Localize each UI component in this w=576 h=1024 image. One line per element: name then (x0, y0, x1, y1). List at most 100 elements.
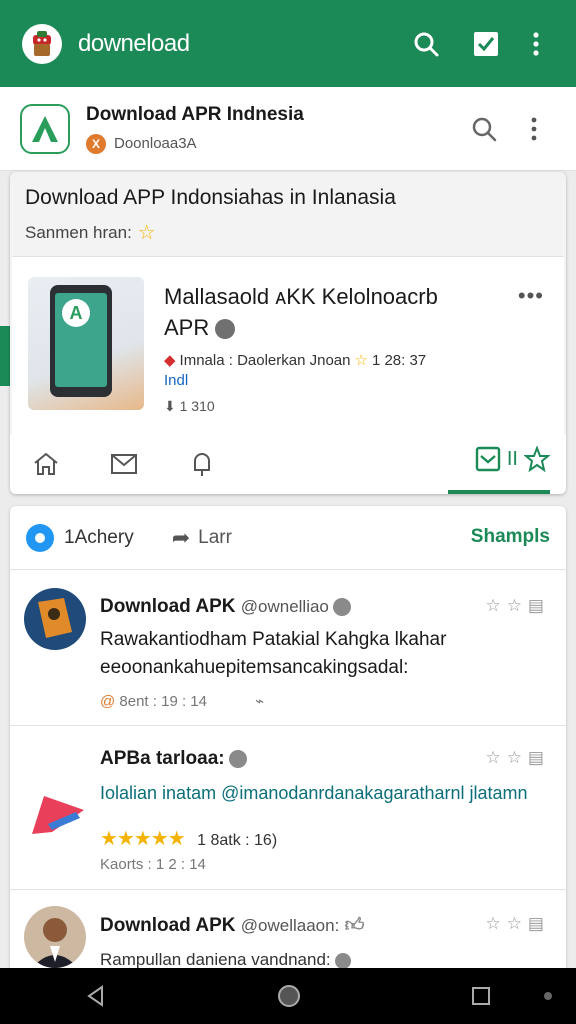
mail-icon (111, 454, 137, 474)
app-title: downeload (78, 29, 190, 57)
post-footer: @ 8ent : 19 : 14 ⌁ (100, 692, 264, 710)
app-count-text: 1 310 (179, 398, 215, 414)
notification-button[interactable] (188, 450, 216, 478)
time-icon: @ (100, 693, 116, 710)
rating-text: 1 8atk : 16) (197, 832, 278, 849)
post-body: Rawakantiodham Patakial Kahgka lkahar ee… (100, 629, 447, 678)
search-button[interactable] (404, 22, 448, 66)
star-rating: ★★★★★ (100, 828, 186, 850)
tab-samples[interactable]: Shampls (471, 526, 550, 548)
link-icon[interactable]: ⌁ (255, 693, 264, 710)
inbox-icon[interactable] (475, 446, 501, 472)
pause-icon[interactable]: II (507, 448, 518, 471)
apk-store-logo (20, 103, 70, 154)
share-icon[interactable]: ➦ (172, 525, 190, 551)
globe-icon (215, 319, 236, 340)
badge-icon: ◆ (164, 352, 176, 369)
card-action-bar: II (10, 434, 566, 494)
post-author: Download APK @ownelliao (100, 596, 351, 618)
a-logo-icon (32, 115, 58, 142)
recents-icon[interactable] (470, 985, 492, 1007)
feed-tabs: 1Achery ➦ Larr Shampls (10, 506, 566, 570)
back-icon[interactable] (84, 984, 108, 1008)
home-button[interactable] (32, 450, 60, 478)
app-thumbnail[interactable]: A (28, 277, 144, 410)
nav-dot-icon (544, 992, 552, 1000)
tab-share[interactable]: Larr (198, 527, 232, 549)
list-item[interactable]: APBa tarloaa: ☆☆▤ Iolalian inatam @imano… (10, 726, 566, 890)
post-actions[interactable]: ☆☆▤ (485, 596, 550, 616)
android-mascot-icon (33, 30, 51, 56)
post-author: APBa tarloaa: (100, 748, 247, 770)
page-menu-button[interactable] (512, 107, 556, 151)
home-circle-icon[interactable] (276, 983, 302, 1009)
publisher-icon: X (86, 133, 106, 154)
verified-icon (228, 749, 247, 768)
card-title: Download APP Indonsiahas in Inlanasia (25, 186, 396, 209)
page-header: Download APR Indnesia X Doonloaa3A (0, 87, 576, 171)
verified-icon (332, 597, 351, 616)
post-actions[interactable]: ☆☆▤ (485, 748, 550, 768)
list-item[interactable]: Download APK @ownelliao ☆☆▤ Rawakantiodh… (10, 570, 566, 726)
system-nav-bar (0, 968, 576, 1024)
post-author-name: Download APK (100, 596, 236, 617)
feed-card: 1Achery ➦ Larr Shampls Download APK @own… (10, 506, 566, 976)
star-icon[interactable]: ☆ (138, 220, 156, 245)
tab-activity[interactable]: 1Achery (64, 527, 134, 549)
app-count: ⬇ 1 310 (164, 398, 215, 415)
avatar[interactable] (24, 906, 86, 968)
card-subtitle: Sanmen hran: ☆ (25, 220, 156, 245)
featured-card: Download APP Indonsiahas in Inlanasia Sa… (10, 172, 566, 494)
side-edge-tab[interactable] (0, 326, 10, 386)
post-author-name: Download APK (100, 915, 236, 936)
tasks-button[interactable] (464, 22, 508, 66)
app-rating: 1 28: 37 (371, 351, 427, 369)
search-icon (414, 32, 439, 56)
post-body-text: Rampullan daniena vandnand: (100, 950, 331, 969)
mail-button[interactable] (110, 450, 138, 478)
more-vert-icon (533, 31, 539, 56)
phone-image: A (50, 285, 112, 397)
globe-icon (334, 952, 351, 969)
app-link[interactable]: Indl (164, 372, 188, 389)
post-handle: @owellaaon: (240, 916, 340, 935)
app-meta: ◆ Imnala : Daolerkan Jnoan ☆ 1 28: 37 (164, 351, 427, 370)
card-subtitle-text: Sanmen hran: (25, 222, 132, 242)
app-name-text: Mallasaold ᴀKK Kelolnoacrb APR (164, 284, 438, 340)
app-meta-text: Imnala : Daolerkan Jnoan (179, 351, 351, 369)
app-name: Mallasaold ᴀKK Kelolnoacrb APR (164, 281, 484, 343)
post-rating: ★★★★★ 1 8atk : 16) (100, 826, 277, 851)
brand-avatar-icon (38, 598, 72, 638)
promo-graphic-icon (32, 796, 84, 834)
page-title: Download APR Indnesia (86, 103, 304, 125)
person-avatar-icon (32, 918, 78, 968)
avatar[interactable] (24, 588, 86, 650)
app-bar: downeload (0, 0, 576, 87)
list-item[interactable]: Download APK @owellaaon: 👍︎ ☆☆▤ Rampulla… (10, 890, 566, 976)
post-author: Download APK @owellaaon: 👍︎ (100, 914, 364, 937)
bell-icon (194, 453, 210, 476)
download-icon: ⬇ (164, 398, 176, 414)
app-logo[interactable] (22, 23, 62, 64)
card-actions-right: II (475, 446, 550, 472)
app-listing[interactable]: A Mallasaold ᴀKK Kelolnoacrb APR ••• ◆ I… (12, 256, 564, 434)
post-link[interactable]: Iolalian inatam @imanodanrdanakagarathar… (100, 782, 540, 804)
star-outline-icon[interactable] (524, 446, 550, 472)
search-icon (472, 117, 497, 141)
post-footer: Kaorts : 1 2 : 14 (100, 856, 206, 873)
overflow-menu-button[interactable] (514, 22, 558, 66)
post-author-name: APBa tarloaa: (100, 748, 225, 769)
home-icon (34, 452, 58, 475)
selected-tab-indicator (448, 490, 550, 494)
checkbox-icon (474, 31, 498, 56)
app-more-button[interactable]: ••• (518, 283, 544, 309)
thumbs-up-icon[interactable]: 👍︎ (345, 915, 365, 936)
promo-thumbnail[interactable] (28, 790, 88, 840)
publisher-name: Doonloaa3A (114, 135, 197, 152)
activity-icon (26, 523, 54, 552)
more-vert-icon (531, 117, 537, 140)
star-icon: ☆ (354, 352, 368, 369)
page-search-button[interactable] (462, 107, 506, 151)
post-actions[interactable]: ☆☆▤ (485, 914, 550, 934)
post-time: 8ent : 19 : 14 (119, 693, 207, 710)
